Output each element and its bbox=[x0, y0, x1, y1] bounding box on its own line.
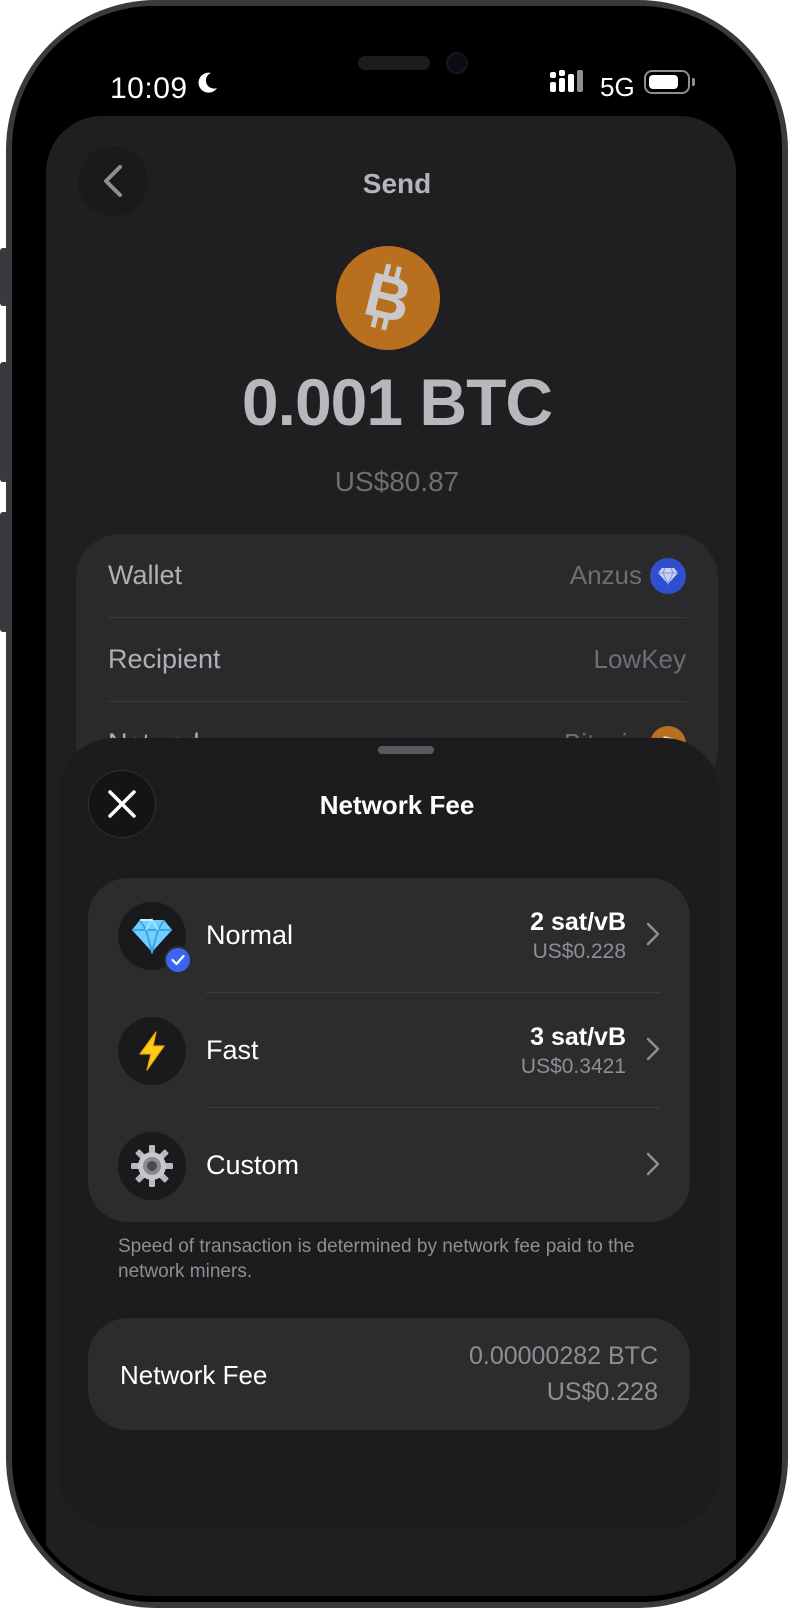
diamond-icon bbox=[650, 558, 686, 594]
fee-option-custom[interactable]: Custom bbox=[88, 1108, 690, 1222]
battery-icon bbox=[644, 70, 690, 94]
sheet-title: Network Fee bbox=[319, 790, 475, 820]
action-button bbox=[0, 248, 8, 306]
gear-icon bbox=[118, 1132, 186, 1200]
recipient-row[interactable]: Recipient LowKey bbox=[108, 618, 686, 702]
fee-option-rate: 2 sat/vB bbox=[530, 908, 626, 936]
chevron-right-icon bbox=[646, 1037, 660, 1061]
fee-options-card: Normal 2 sat/vB US$0.228 Fast 3 sat/vB U… bbox=[88, 878, 690, 1222]
fee-explanation-text: Speed of transaction is determined by ne… bbox=[118, 1236, 635, 1282]
volume-up-button bbox=[0, 362, 8, 482]
front-camera bbox=[446, 52, 468, 74]
fee-option-usd: US$0.3421 bbox=[520, 1055, 626, 1078]
wallet-row[interactable]: Wallet Anzus bbox=[108, 534, 686, 618]
selected-check-icon bbox=[164, 946, 192, 974]
moon-icon bbox=[198, 72, 217, 93]
chevron-right-icon bbox=[646, 922, 660, 946]
summary-fee-usd: US$0.228 bbox=[546, 1378, 658, 1406]
fee-option-name: Custom bbox=[206, 1150, 300, 1180]
page-title: Send bbox=[362, 168, 432, 199]
wallet-value: Anzus bbox=[569, 560, 642, 590]
fee-option-rate: 3 sat/vB bbox=[530, 1023, 626, 1051]
speaker-grille bbox=[358, 56, 430, 70]
summary-label: Network Fee bbox=[120, 1360, 268, 1390]
network-type: 5G bbox=[600, 72, 635, 102]
recipient-label: Recipient bbox=[108, 644, 221, 674]
volume-down-button bbox=[0, 512, 8, 632]
network-fee-summary: Network Fee 0.00000282 BTC US$0.228 bbox=[88, 1318, 690, 1430]
status-time: 10:09 bbox=[110, 72, 188, 105]
fee-option-name: Fast bbox=[206, 1035, 259, 1065]
fee-option-normal[interactable]: Normal 2 sat/vB US$0.228 bbox=[88, 878, 690, 992]
fee-option-fast[interactable]: Fast 3 sat/vB US$0.3421 bbox=[88, 993, 690, 1107]
fee-option-name: Normal bbox=[206, 920, 294, 950]
battery-level bbox=[649, 75, 678, 89]
signal-icon bbox=[550, 70, 583, 92]
send-amount: 0.001 BTC bbox=[241, 365, 553, 439]
screen: 10:09 5G Send B 0.001 BTC US$80.87 Walle… bbox=[18, 12, 776, 1596]
battery-tip bbox=[692, 78, 695, 86]
chevron-right-icon bbox=[646, 1152, 660, 1176]
lightning-icon bbox=[118, 1017, 186, 1085]
summary-fee-btc: 0.00000282 BTC bbox=[468, 1342, 658, 1370]
bitcoin-icon: B bbox=[358, 263, 418, 333]
wallet-label: Wallet bbox=[108, 560, 183, 590]
bitcoin-logo: B bbox=[336, 246, 440, 350]
sheet-grabber[interactable] bbox=[378, 746, 434, 754]
send-fiat-amount: US$80.87 bbox=[334, 466, 460, 497]
recipient-value: LowKey bbox=[593, 644, 687, 674]
fee-option-usd: US$0.228 bbox=[532, 940, 626, 963]
